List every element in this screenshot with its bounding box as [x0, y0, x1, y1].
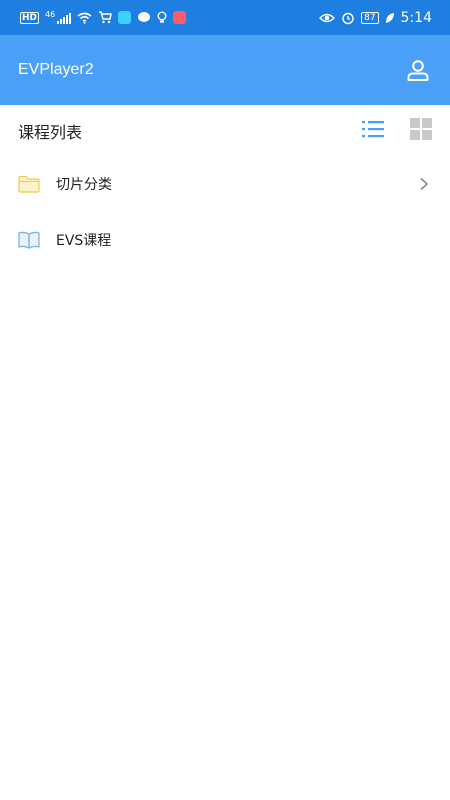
search-app-icon [118, 11, 132, 24]
grid-view-icon [410, 118, 432, 140]
network-type: 46 [45, 10, 56, 19]
list-view-icon [362, 121, 384, 138]
chevron-right-icon [416, 176, 432, 192]
signal-icon [57, 12, 72, 24]
status-right: 87 5:14 [319, 10, 432, 26]
list-item-evs-course[interactable]: EVS课程 [0, 212, 450, 268]
app-notification-icon [173, 11, 187, 24]
list-view-button[interactable] [362, 119, 384, 143]
list-item-slice-category[interactable]: 切片分类 [0, 156, 450, 212]
list-title: 课程列表 [18, 123, 83, 142]
status-bar: HD 46 87 5:14 [0, 0, 450, 35]
grid-view-button[interactable] [410, 118, 432, 144]
folder-icon [18, 173, 40, 195]
profile-button[interactable] [404, 56, 432, 84]
cart-icon [99, 11, 113, 24]
battery-icon: 87 [361, 11, 379, 24]
app-title: EVPlayer2 [18, 61, 94, 78]
list-header: 课程列表 [0, 105, 450, 157]
eye-comfort-icon [319, 13, 336, 22]
status-left: HD 46 [20, 10, 187, 24]
chat-icon [138, 12, 151, 22]
alarm-icon [342, 12, 354, 24]
book-icon [18, 229, 40, 251]
list-item-label: EVS课程 [56, 233, 112, 249]
user-icon [407, 60, 429, 81]
list-item-label: 切片分类 [56, 177, 112, 193]
view-toggle [362, 118, 432, 144]
leaf-icon [385, 12, 394, 23]
wifi-icon [77, 12, 92, 24]
bulb-icon [157, 11, 167, 23]
app-bar: EVPlayer2 [0, 35, 450, 105]
hd-indicator: HD [20, 11, 40, 24]
clock-time: 5:14 [400, 9, 432, 26]
